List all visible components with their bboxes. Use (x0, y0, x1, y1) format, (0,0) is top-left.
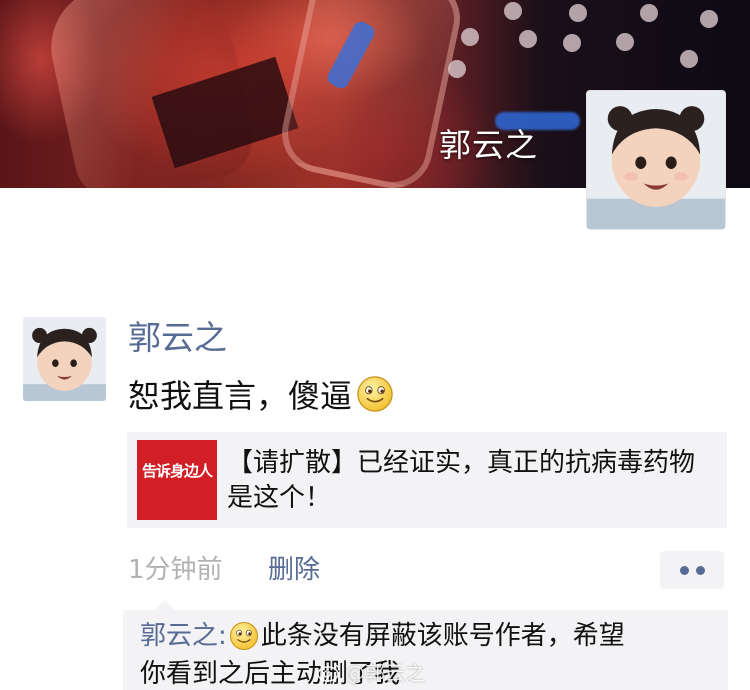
link-thumbnail: 告诉身边人 (137, 440, 217, 520)
post-text: 恕我直言，傻逼 (128, 377, 353, 415)
comment-text: 此条没有屏蔽该账号作者，希望 (260, 621, 625, 651)
more-dots-icon (679, 565, 689, 575)
cover-light-dot (569, 4, 587, 22)
comment-separator: : (218, 621, 227, 651)
child-photo-icon (587, 91, 725, 229)
cover-light-dot (700, 10, 718, 28)
delete-button[interactable]: 删除 (268, 552, 320, 588)
cover-light-dot (461, 28, 479, 46)
cover-light-dot (616, 33, 634, 51)
link-thumbnail-text: 告诉身边人 (141, 462, 213, 480)
profile-avatar[interactable] (586, 90, 726, 230)
cover-light-dot (448, 60, 466, 78)
child-photo-icon (23, 317, 106, 401)
smile-emoji-icon (229, 621, 259, 651)
watermark-text: @郭云之 (345, 661, 425, 685)
weibo-watermark: @郭云之 (317, 657, 425, 686)
cover-light-dot (519, 30, 537, 48)
post-author-name[interactable]: 郭云之 (128, 316, 227, 360)
cover-light-dot (504, 2, 522, 20)
moments-page: 郭云之 郭云之 恕我直言，傻逼 告诉身边人 【请扩散】已经证实，真正的抗病毒药物… (0, 0, 750, 690)
shared-link-card[interactable]: 告诉身边人 【请扩散】已经证实，真正的抗病毒药物是这个！ (127, 432, 727, 528)
more-actions-button[interactable] (660, 551, 724, 589)
comment-author[interactable]: 郭云之 (140, 618, 218, 654)
post-timestamp: 1分钟前 (128, 555, 223, 585)
cover-light-dot (640, 4, 658, 22)
cover-light-dot (680, 50, 698, 68)
link-title: 【请扩散】已经证实，真正的抗病毒药物是这个！ (227, 448, 696, 513)
smile-emoji-icon (356, 375, 394, 413)
post-author-avatar[interactable] (23, 317, 106, 401)
cover-light-dot (563, 34, 581, 52)
more-dots-icon (695, 565, 705, 575)
cover-username[interactable]: 郭云之 (439, 125, 538, 165)
weibo-logo-icon (317, 663, 340, 682)
comment-item[interactable]: 郭云之 : 此条没有屏蔽该账号作者，希望 (140, 618, 625, 654)
comment-section: 郭云之 : 此条没有屏蔽该账号作者，希望 你看到之后主动删了我 (123, 600, 728, 690)
post-content: 恕我直言，傻逼 (128, 372, 394, 416)
